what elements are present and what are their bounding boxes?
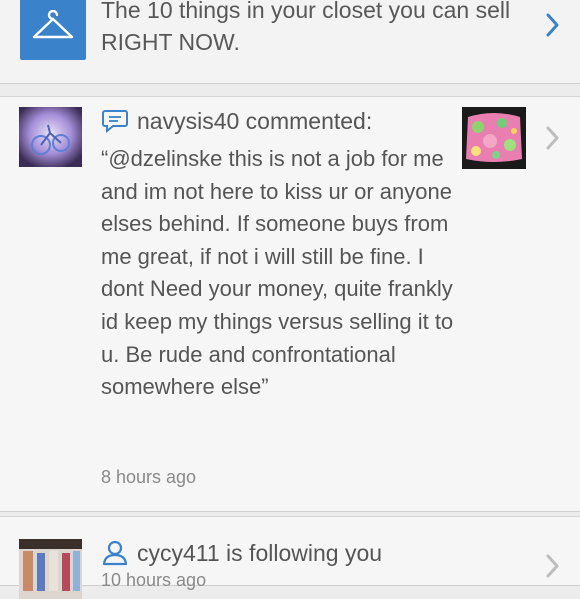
follow-timestamp: 10 hours ago [101,570,207,590]
comment-card[interactable]: navysis40 commented: “@dzelinske this is… [0,96,580,512]
avatar[interactable] [19,107,82,167]
comment-actor-text: navysis40 commented: [137,107,373,134]
comment-text: “@dzelinske this is not a job for me and… [101,146,454,400]
chevron-right-icon[interactable] [542,123,564,153]
person-outline-icon [101,539,131,567]
chevron-right-icon[interactable] [542,551,564,581]
follow-actor-line: cycy411 is following you [101,539,382,567]
listing-title: The 10 things in your closet you can sel… [101,0,511,55]
chevron-right-icon[interactable] [542,10,564,40]
follow-card[interactable]: cycy411 is following you 10 hours ago [0,516,580,599]
comment-actor-line: navysis40 commented: [101,107,372,135]
avatar[interactable] [19,539,82,599]
hanger-tile [20,0,86,60]
comment-bubble-icon [101,107,131,135]
item-thumbnail[interactable] [462,107,526,169]
comment-timestamp: 8 hours ago [101,467,197,487]
listing-card[interactable]: The 10 things in your closet you can sel… [0,0,580,84]
follow-actor-text: cycy411 is following you [137,539,383,566]
hanger-icon [32,10,74,39]
